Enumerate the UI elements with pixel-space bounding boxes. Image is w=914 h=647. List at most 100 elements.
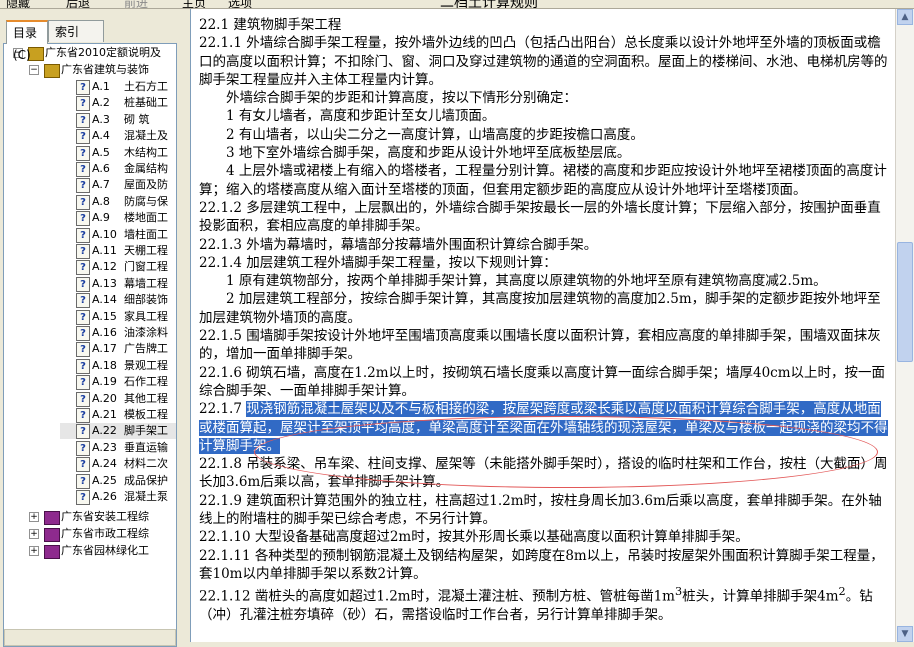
vertical-scrollbar[interactable]: ▲ ▼ [895,9,914,642]
tree-item[interactable]: ? A.21 模板工程 [60,407,176,423]
contents-tree: − 广东省2010定额说明及 − 广东省建筑与装饰 ? A.1 土石方工 ? A… [3,43,177,647]
doc-paragraph: 22.1.5 围墙脚手架按设计外地坪至围墙顶高度乘以围墙长度以面积计算，套相应高… [199,328,881,363]
back-button[interactable]: 后退 [66,0,90,8]
tree-item-code: A.13 [92,276,117,290]
help-page-icon: ? [76,276,90,292]
tree-item[interactable]: ? A.17 广告牌工 [60,341,176,358]
expand-icon[interactable]: + [29,529,39,540]
tree-item-code: A.21 [92,408,117,421]
tree-item-code: A.24 [92,457,117,471]
tree-item[interactable]: ? A.26 混凝土泵 [60,489,176,505]
tree-book[interactable]: + 广东省市政工程综 [4,526,174,543]
tree-item-title: 幕墙工程 [124,276,168,290]
tree-item-title: 楼地面工 [124,211,168,225]
tree-item[interactable]: ? A.8 防腐与保 [60,194,176,210]
clause-number: 22.1.7 [199,401,247,418]
tree-item[interactable]: ? A.1 土石方工 [60,79,176,95]
tree-item-title: 细部装饰 [124,293,168,307]
tree-item-code: A.20 [92,391,117,405]
tree-item[interactable]: ? A.16 油漆涂料 [60,325,176,341]
tab-index[interactable]: 索引(N) [48,20,104,61]
tree-item-title: 油漆涂料 [124,326,168,339]
tree-item[interactable]: ? A.25 成品保护 [60,473,176,489]
tree-book[interactable]: + 广东省园林绿化工 [4,543,174,560]
tree-item[interactable]: ? A.3 砌 筑 [60,112,176,128]
tree-item-title: 金属结构 [124,162,168,175]
tree-item-code: A.3 [92,112,110,126]
tree-item-code: A.9 [92,211,110,225]
tree-item[interactable]: ? A.20 其他工程 [60,391,176,407]
tree-item-code: A.1 [92,80,110,93]
document-body: 22.1 建筑物脚手架工程 22.1.1 外墙综合脚手架工程量，按外墙外边线的凹… [199,16,889,624]
tree-item[interactable]: ? A.15 家具工程 [60,309,176,325]
help-page-icon: ? [76,375,90,391]
tree-item-code: A.8 [92,194,110,208]
tree-item-title: 屋面及防 [124,178,168,192]
tree-label: 广东省园林绿化工 [61,544,149,558]
help-page-icon: ? [76,490,90,505]
tab-contents[interactable]: 目录(C) [6,20,48,62]
help-page-icon: ? [76,211,90,227]
collapse-icon[interactable]: − [29,65,39,75]
doc-paragraph: 22.1.4 加层建筑工程外墙脚手架工程量，按以下规则计算： [199,254,557,271]
expand-icon[interactable]: + [29,512,39,523]
home-button[interactable]: 主页 [182,0,206,8]
doc-paragraph: 外墙综合脚手架的步距和计算高度，按以下情形分别确定： [226,90,577,107]
hide-button[interactable]: 隐藏 [6,0,30,8]
tree-item[interactable]: ? A.18 景观工程 [60,358,176,374]
tree-item[interactable]: ? A.12 门窗工程 [60,259,176,276]
tree-item-code: A.26 [92,490,117,503]
help-page-icon: ? [76,244,90,259]
tree-item-title: 景观工程 [124,358,168,372]
tree-book[interactable]: + 广东省安装工程综 [4,509,174,526]
tree-item[interactable]: ? A.22 脚手架工 [60,423,176,440]
scroll-thumb[interactable] [897,242,913,362]
tree-item[interactable]: ? A.5 木结构工 [60,145,176,161]
page-title: 二档土计算规则 [440,0,538,9]
help-page-icon: ? [76,129,90,145]
tree-item-code: A.12 [92,260,117,274]
tree-item[interactable]: ? A.2 桩基础工 [60,95,176,112]
options-button[interactable]: 选项 [228,0,252,8]
tree-item[interactable]: ? A.10 墙柱面工 [60,227,176,243]
scroll-up-arrow-icon[interactable]: ▲ [897,9,913,25]
doc-paragraph: 22.1.2 多层建筑工程中，上层飘出的，外墙综合脚手架按最长一层的外墙长度计算… [199,199,881,235]
tree-item[interactable]: ? A.24 材料二次 [60,456,176,473]
tree-item-title: 门窗工程 [124,260,168,274]
tree-item[interactable]: ? A.13 幕墙工程 [60,276,176,292]
scroll-down-arrow-icon[interactable]: ▼ [897,626,913,642]
help-page-icon: ? [76,194,90,210]
tree-label: 广东省建筑与装饰 [61,63,149,76]
doc-paragraph: 22.1.11 各种类型的预制钢筋混凝土及钢结构屋架，如跨度在8m以上，吊装时按… [199,547,884,582]
document-pane[interactable]: 22.1 建筑物脚手架工程 22.1.1 外墙综合脚手架工程量，按外墙外边线的凹… [190,9,895,642]
horizontal-scrollbar[interactable] [4,629,176,646]
tree-item-code: A.6 [92,162,110,175]
expand-icon[interactable]: + [29,546,39,557]
tree-item[interactable]: ? A.23 垂直运输 [60,440,176,456]
doc-paragraph: 22.1.12 凿桩头的高度如超过1.2m时，混凝土灌注桩、预制方桩、管桩每凿1… [199,583,889,624]
tree-item[interactable]: ? A.19 石作工程 [60,374,176,391]
doc-paragraph: 22.1.3 外墙为幕墙时，幕墙部分按幕墙外围面积计算综合脚手架。 [199,236,598,253]
tree-item-code: A.5 [92,145,110,159]
tree-item[interactable]: ? A.4 混凝土及 [60,128,176,145]
doc-paragraph: 2 有山墙者，以山尖二分之一高度计算，山墙高度的步距按檐口高度。 [226,126,644,143]
help-page-icon: ? [76,473,90,489]
tree-item-code: A.18 [92,358,117,372]
highlighted-text[interactable]: 现浇钢筋混凝土屋架以及不与板相接的梁，按屋架跨度或梁长乘以高度以面积计算综合脚手… [199,401,888,454]
help-page-icon: ? [76,457,90,473]
tree-item-code: A.22 [92,424,117,438]
tree-item[interactable]: ? A.14 细部装饰 [60,292,176,309]
tree-item-code: A.4 [92,129,110,143]
tree-item[interactable]: ? A.9 楼地面工 [60,210,176,227]
tree-item[interactable]: ? A.7 屋面及防 [60,177,176,194]
text-run: 桩头，计算单排脚手架4m [682,588,839,605]
forward-button[interactable]: 前进 [124,0,148,8]
closed-book-icon [44,511,60,526]
tree-item[interactable]: ? A.11 天棚工程 [60,243,176,259]
toolbar: 隐藏 后退 前进 主页 选项 二档土计算规则 [0,0,914,9]
help-page-icon: ? [76,440,90,456]
tree-item-code: A.17 [92,342,117,356]
tree-item-title: 木结构工 [124,145,168,159]
tree-item[interactable]: ? A.6 金属结构 [60,161,176,177]
tree-item-title: 桩基础工 [124,96,168,110]
